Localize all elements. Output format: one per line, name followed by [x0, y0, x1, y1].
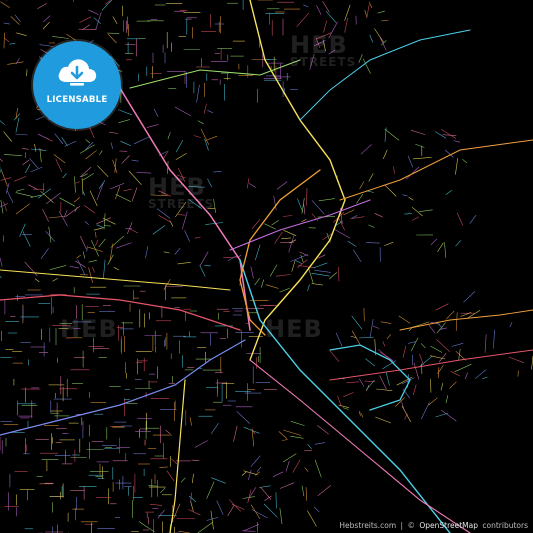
cloud-download-icon: [58, 59, 97, 86]
attribution-separator: |: [400, 521, 404, 530]
badge-label: LICENSABLE: [46, 95, 108, 105]
attribution-copyright: ©: [407, 521, 415, 530]
licensable-badge[interactable]: LICENSABLE: [33, 41, 121, 129]
attribution-site[interactable]: Hebstreits.com: [339, 521, 396, 530]
attribution-osm-link[interactable]: OpenStreetMap: [419, 521, 478, 530]
attribution: Hebstreits.com | © OpenStreetMap contrib…: [338, 521, 529, 530]
attribution-contributors: contributors: [482, 521, 528, 530]
